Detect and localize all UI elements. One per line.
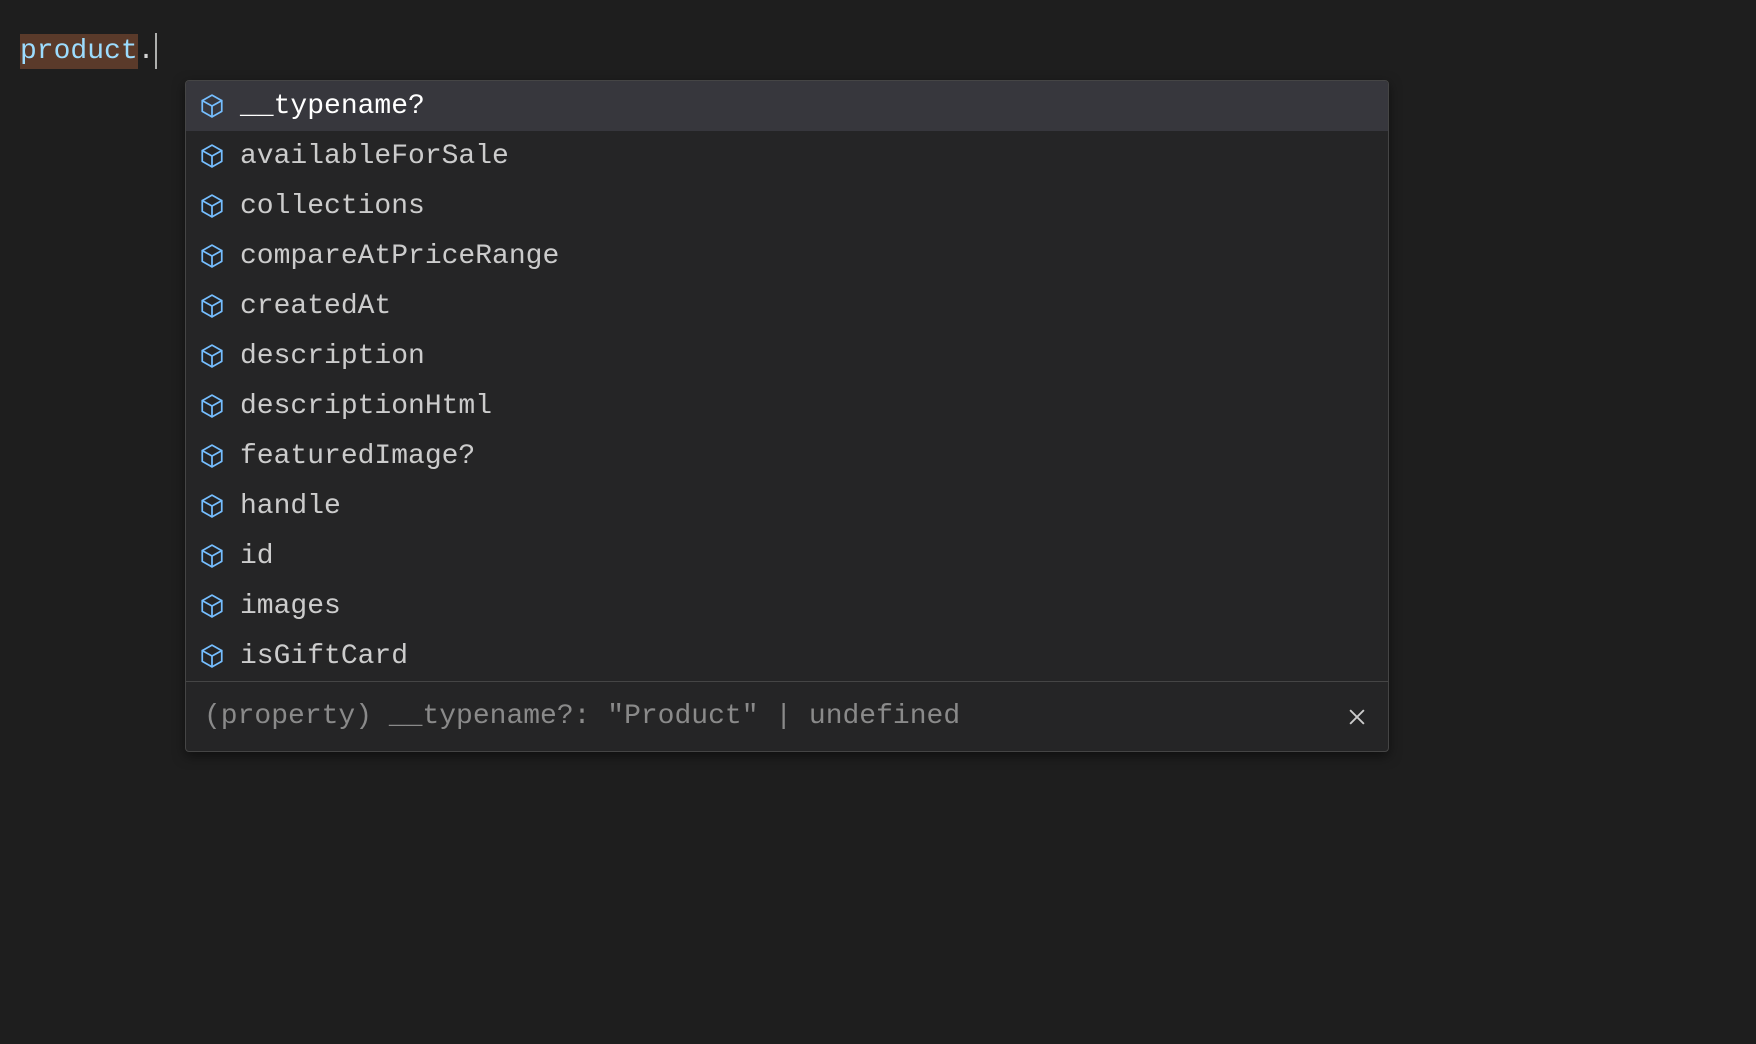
suggest-details-panel: (property) __typename?: "Product" | unde… [186,681,1388,751]
intellisense-suggest-widget: __typename? availableForSale collections… [185,80,1389,752]
field-icon [198,392,226,420]
field-icon [198,292,226,320]
suggest-item[interactable]: featuredImage? [186,431,1388,481]
token-variable: product [20,34,138,69]
suggest-item-label: isGiftCard [240,641,408,672]
suggest-list: __typename? availableForSale collections… [186,81,1388,681]
field-icon [198,242,226,270]
suggest-item[interactable]: id [186,531,1388,581]
suggest-item[interactable]: __typename? [186,81,1388,131]
suggest-item-label: compareAtPriceRange [240,241,559,272]
suggest-item[interactable]: availableForSale [186,131,1388,181]
suggest-item[interactable]: createdAt [186,281,1388,331]
suggest-item[interactable]: description [186,331,1388,381]
editor-line[interactable]: product. [20,30,157,72]
suggest-item-label: availableForSale [240,141,509,172]
suggest-item-label: description [240,341,425,372]
close-icon[interactable] [1344,704,1370,730]
field-icon [198,92,226,120]
field-icon [198,542,226,570]
suggest-item-label: descriptionHtml [240,391,492,422]
field-icon [198,592,226,620]
suggest-details-text: (property) __typename?: "Product" | unde… [204,701,960,732]
suggest-item-label: handle [240,491,341,522]
field-icon [198,492,226,520]
token-dot: . [138,36,155,67]
suggest-item-label: featuredImage? [240,441,475,472]
field-icon [198,442,226,470]
suggest-item-label: id [240,541,274,572]
suggest-item[interactable]: isGiftCard [186,631,1388,681]
field-icon [198,192,226,220]
suggest-item[interactable]: compareAtPriceRange [186,231,1388,281]
suggest-item[interactable]: images [186,581,1388,631]
suggest-item[interactable]: collections [186,181,1388,231]
field-icon [198,342,226,370]
field-icon [198,142,226,170]
suggest-item-label: __typename? [240,91,425,122]
field-icon [198,642,226,670]
suggest-item[interactable]: descriptionHtml [186,381,1388,431]
suggest-item[interactable]: handle [186,481,1388,531]
suggest-item-label: images [240,591,341,622]
text-cursor [155,33,157,69]
suggest-item-label: collections [240,191,425,222]
suggest-item-label: createdAt [240,291,391,322]
